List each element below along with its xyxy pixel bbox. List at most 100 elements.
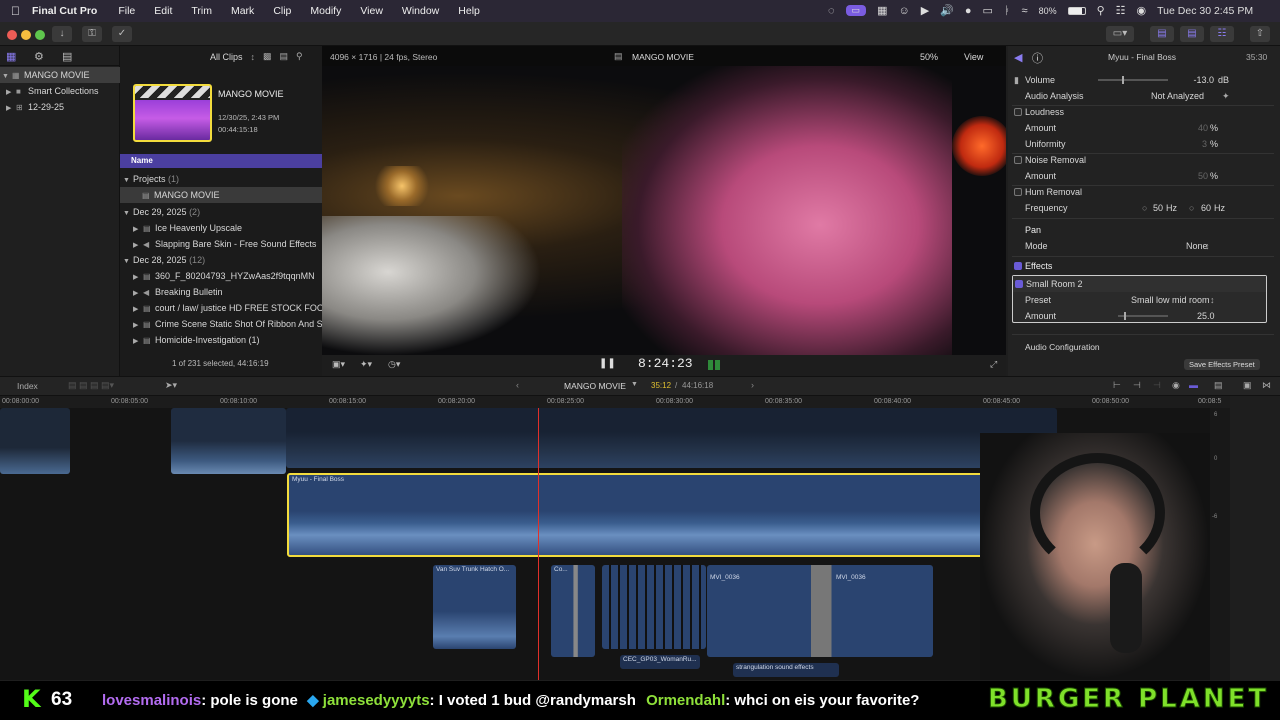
loudness-checkbox[interactable] xyxy=(1014,108,1022,116)
library-item[interactable]: ▼ ▦ MANGO MOVIE xyxy=(0,67,120,83)
volume-value[interactable]: -13.0 xyxy=(1193,72,1214,88)
sfx-clip[interactable]: MVI_0036 MVI_0036 xyxy=(707,565,933,657)
menu-modify[interactable]: Modify xyxy=(310,5,341,17)
titles-tab-icon[interactable]: ▤ xyxy=(62,50,72,63)
smart-collections-item[interactable]: ▶ ■ Smart Collections xyxy=(0,83,99,99)
history-back-icon[interactable]: ‹ xyxy=(516,380,519,390)
list-item[interactable]: ▶ ▤ Homicide-Investigation (1) xyxy=(120,332,260,348)
loudness-amount-value[interactable]: 40 xyxy=(1198,120,1208,136)
menu-trim[interactable]: Trim xyxy=(191,5,212,17)
viewer-timecode[interactable]: 8:24:23 xyxy=(638,356,693,371)
zoom-dropdown[interactable]: 50% xyxy=(920,52,938,62)
volume-icon[interactable]: 🔊 xyxy=(940,4,954,17)
list-view-icon[interactable]: ▤ xyxy=(280,51,289,62)
menu-app-name[interactable]: Final Cut Pro xyxy=(32,5,97,17)
browser-search-icon[interactable]: ⚲ xyxy=(296,51,303,62)
save-effects-preset-button[interactable]: Save Effects Preset xyxy=(1184,359,1260,370)
history-forward-icon[interactable]: › xyxy=(751,380,754,390)
timeline-ruler[interactable]: 00:08:00:00 00:08:05:00 00:08:10:00 00:0… xyxy=(0,396,1230,408)
keyword-icon[interactable]: ⚿ xyxy=(82,26,102,42)
apple-icon[interactable]:  xyxy=(11,4,20,18)
group-dec28[interactable]: ▼ Dec 28, 2025 (12) xyxy=(120,252,205,268)
event-item[interactable]: ▶ ⊞ 12-29-25 xyxy=(0,99,64,115)
skimming-icon[interactable]: ⊣ xyxy=(1133,380,1141,391)
audio-skimming-icon[interactable]: ⊣ xyxy=(1153,380,1161,391)
menu-clip[interactable]: Clip xyxy=(273,5,291,17)
preset-dropdown[interactable]: Small low mid room xyxy=(1131,292,1210,308)
menu-file[interactable]: File xyxy=(118,5,135,17)
sfx-clip[interactable]: Van Suv Trunk Hatch O... xyxy=(433,565,516,649)
siri-icon[interactable]: ◉ xyxy=(1137,4,1147,17)
noise-amount-value[interactable]: 50 xyxy=(1198,168,1208,184)
sfx-clip[interactable]: Co... xyxy=(551,565,595,657)
list-item[interactable]: ▶ ▤ Ice Heavenly Upscale xyxy=(120,220,242,236)
screen-record-icon[interactable]: ◌ xyxy=(828,5,835,17)
timeline[interactable]: Myuu - Final Boss Van Suv Trunk Hatch O.… xyxy=(0,408,1230,680)
edit-buttons-icon[interactable]: ▤ ▤ ▤ ▤▾ xyxy=(68,380,114,391)
project-thumbnail[interactable] xyxy=(133,84,212,142)
volume-slider[interactable] xyxy=(1098,76,1168,84)
audio-clip-upper-long[interactable] xyxy=(286,408,1057,468)
list-item[interactable]: ▶ ▤ Crime Scene Static Shot Of Ribbon And … xyxy=(120,316,322,332)
menu-view[interactable]: View xyxy=(360,5,383,17)
noise-removal-checkbox[interactable] xyxy=(1014,156,1022,164)
bluetooth-icon[interactable]: ᛓ xyxy=(1004,5,1011,17)
effects-browser-icon[interactable]: ▣ xyxy=(1243,380,1252,391)
analyze-icon[interactable]: ✦ xyxy=(1222,88,1230,104)
clip-appearance-icon[interactable]: ▤ xyxy=(1214,380,1223,391)
pan-mode-chevron-icon[interactable]: ↕ xyxy=(1205,238,1210,254)
sfx-clip-stack[interactable] xyxy=(602,565,706,649)
stream-tool-icon[interactable]: ▭ xyxy=(845,5,867,16)
clock[interactable]: Tue Dec 30 2:45 PM xyxy=(1157,5,1253,17)
sfx-clip[interactable]: strangulation sound effects xyxy=(733,663,839,677)
effect-amount-value[interactable]: 25.0 xyxy=(1197,308,1215,324)
inspector-toggle-icon[interactable]: ☷ xyxy=(1210,26,1234,42)
control-center-icon[interactable]: ☷ xyxy=(1116,4,1126,17)
transitions-icon[interactable]: ⋈ xyxy=(1262,380,1271,391)
enhance-icon[interactable]: ✦▾ xyxy=(360,359,372,370)
freq-radio-50[interactable]: ○ xyxy=(1142,200,1147,216)
group-projects[interactable]: ▼ Projects (1) xyxy=(120,171,179,187)
index-button[interactable]: Index xyxy=(17,381,38,391)
project-chevron-icon[interactable]: ▼ xyxy=(631,381,638,388)
close-window-icon[interactable] xyxy=(7,30,17,40)
name-column-header[interactable]: Name xyxy=(120,154,322,168)
wifi-icon[interactable]: ≈ xyxy=(1022,5,1028,17)
select-tool-icon[interactable]: ➤▾ xyxy=(165,380,177,391)
effects-checkbox[interactable] xyxy=(1014,262,1022,270)
search-icon[interactable]: ⚲ xyxy=(1097,4,1105,17)
effect-enable-checkbox[interactable] xyxy=(1015,280,1023,288)
fullscreen-icon[interactable]: ⤢ xyxy=(990,359,997,370)
libraries-tab-icon[interactable]: ▦ xyxy=(6,50,16,63)
transform-icon[interactable]: ▣▾ xyxy=(332,359,345,370)
background-tasks-icon[interactable]: ✓ xyxy=(112,26,132,42)
list-item[interactable]: ▤ MANGO MOVIE xyxy=(120,187,322,203)
play-pause-button[interactable]: ❚❚ xyxy=(599,358,616,369)
mic-icon[interactable]: ● xyxy=(965,5,972,17)
import-icon[interactable]: ↓ xyxy=(52,26,72,42)
filter-chevron-icon[interactable]: ↕ xyxy=(251,52,256,62)
snapping-icon[interactable]: ▬ xyxy=(1189,380,1198,390)
play-icon[interactable]: ▶ xyxy=(921,4,929,17)
browser-toggle-icon[interactable]: ▤ xyxy=(1150,26,1174,42)
zoom-window-icon[interactable] xyxy=(35,30,45,40)
face-icon[interactable]: ☺ xyxy=(898,5,909,17)
layout-icon[interactable]: ▭▾ xyxy=(1106,26,1134,42)
audio-configuration-label[interactable]: Audio Configuration xyxy=(1025,342,1100,352)
timeline-toggle-icon[interactable]: ▤ xyxy=(1180,26,1204,42)
playhead[interactable] xyxy=(538,408,539,680)
list-item[interactable]: ▶ ◀ Slapping Bare Skin - Free Sound Effect… xyxy=(120,236,316,252)
speed-icon[interactable]: ◷▾ xyxy=(388,359,400,370)
menu-window[interactable]: Window xyxy=(402,5,439,17)
effect-amount-slider[interactable] xyxy=(1118,312,1168,320)
info-inspector-icon[interactable]: ⓘ xyxy=(1032,50,1043,66)
share-icon[interactable]: ⇧ xyxy=(1250,26,1270,42)
preset-chevron-icon[interactable]: ↕ xyxy=(1210,292,1215,308)
audio-clip-upper[interactable] xyxy=(171,408,286,474)
uniformity-value[interactable]: 3 xyxy=(1202,136,1207,152)
hum-removal-checkbox[interactable] xyxy=(1014,188,1022,196)
audio-inspector-icon[interactable]: ◀ xyxy=(1014,51,1022,64)
battery-icon[interactable] xyxy=(1067,6,1086,15)
freq-radio-60[interactable]: ○ xyxy=(1189,200,1194,216)
display-icon[interactable]: ▭ xyxy=(983,4,993,17)
